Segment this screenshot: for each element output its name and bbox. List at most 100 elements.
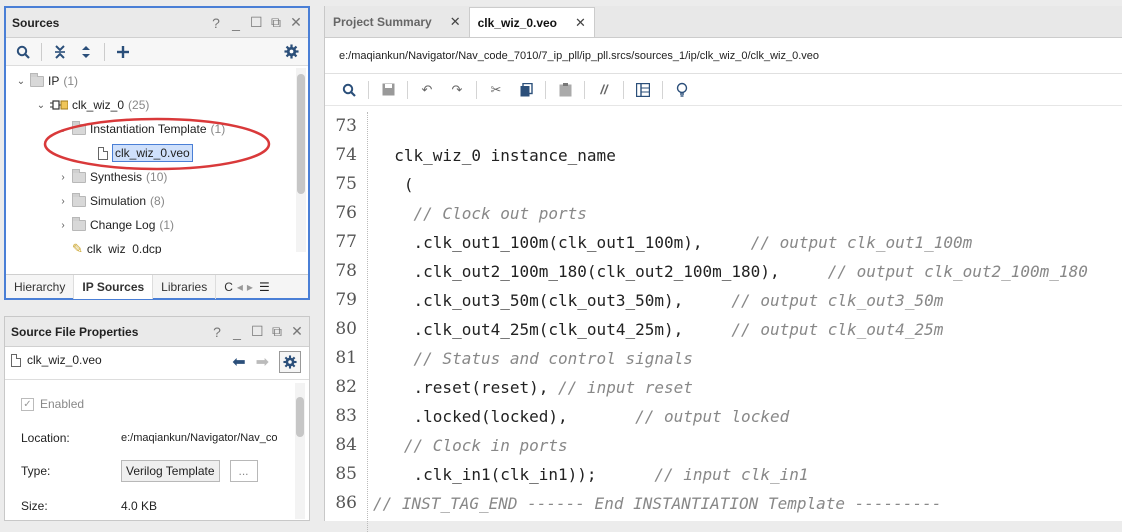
code-text: .clk_out2_100m_180(clk_out2_100m_180), /… [375,257,1088,286]
close-icon[interactable]: ✕ [290,14,302,31]
code-content: clk_wiz_0 instance_name [375,146,616,165]
editor-tab-bar: Project Summary ✕ clk_wiz_0.veo ✕ [325,6,1122,38]
code-line: 82 .reset(reset), // input reset [325,373,1122,402]
line-number: 81 [335,348,357,368]
type-value-button[interactable]: Verilog Template [121,460,220,482]
settings-gear-icon[interactable] [280,41,302,63]
add-source-icon[interactable] [112,41,134,63]
help-icon[interactable]: ? [211,324,223,340]
tab-menu-icon[interactable]: ☰ [255,280,274,294]
tab-libraries[interactable]: Libraries [153,274,217,299]
maximize-icon[interactable]: ☐ [250,14,263,31]
tab-hierarchy[interactable]: Hierarchy [6,274,75,299]
code-content: .locked(locked), [375,407,636,426]
minimize-icon[interactable]: _ [230,15,242,31]
code-line: 81 // Status and control signals [325,344,1122,373]
props-file-row: clk_wiz_0.veo [11,353,102,367]
line-number: 83 [335,406,357,426]
minimize-icon[interactable]: _ [231,324,243,340]
code-comment: // output clk_out1_100m [750,233,973,252]
settings-gear-icon[interactable] [279,351,301,373]
chevron-right-icon[interactable]: › [58,220,68,231]
tree-item-dcp[interactable]: ✎ clk_wiz_0.dcp [72,238,162,254]
line-number: 73 [335,116,357,136]
code-comment: // input clk_in1 [654,465,809,484]
code-line: 84 // Clock in ports [325,431,1122,460]
enabled-checkbox[interactable]: ✓ [21,397,34,411]
comment-toggle-icon[interactable]: // [590,77,618,103]
file-path: e:/maqiankun/Navigator/Nav_code_7010/7_i… [325,38,1122,74]
redo-icon[interactable]: ↷ [443,77,471,103]
tab-ip-sources[interactable]: IP Sources [74,274,154,299]
float-icon[interactable]: ⧉ [271,323,283,340]
maximize-icon[interactable]: ☐ [251,323,264,340]
code-content: .clk_out4_25m(clk_out4_25m), [375,320,732,339]
location-value: e:/maqiankun/Navigator/Nav_co [121,432,278,444]
search-icon[interactable] [335,77,363,103]
float-icon[interactable]: ⧉ [270,14,282,31]
code-line: 77 .clk_out1_100m(clk_out1_100m), // out… [325,228,1122,257]
expand-all-icon[interactable] [75,41,97,63]
line-number: 77 [335,232,357,252]
tree-scroll-thumb[interactable] [297,74,305,194]
sources-toolbar [6,38,308,66]
folder-icon [30,72,44,87]
copy-icon[interactable] [512,77,540,103]
code-content: ( [375,175,414,194]
code-line: 75 ( [325,170,1122,199]
code-line: 80 .clk_out4_25m(clk_out4_25m), // outpu… [325,315,1122,344]
save-icon[interactable] [374,77,402,103]
browse-button[interactable]: ... [229,460,258,482]
type-row: Type: Verilog Template ... [21,460,258,482]
code-text: .clk_in1(clk_in1)); // input clk_in1 [375,460,809,489]
tab-compile-order[interactable]: C [216,275,235,299]
help-icon[interactable]: ? [210,15,222,31]
close-icon[interactable]: ✕ [575,15,586,31]
sources-title: Sources [12,15,60,30]
search-icon[interactable] [12,41,34,63]
file-icon [11,353,21,367]
line-number: 85 [335,464,357,484]
code-content [375,436,404,455]
enabled-row: ✓ Enabled [21,397,84,411]
tree-scrollbar[interactable] [296,68,306,252]
sources-tab-bar: Hierarchy IP Sources Libraries C ◂ ▸ ☰ [6,274,308,299]
template-icon[interactable] [629,77,657,103]
sources-panel: Sources ? _ ☐ ⧉ ✕ ⌄ IP (1) ⌄ clk_wiz_0 (… [4,6,310,300]
folder-icon [72,192,86,207]
chevron-down-icon[interactable]: ⌄ [16,76,26,87]
tree-item-change-log[interactable]: › Change Log (1) [58,214,174,236]
code-comment: // Status and control signals [413,349,693,368]
code-text: // Clock out ports [375,199,587,228]
code-content: .clk_out3_50m(clk_out3_50m), [375,291,732,310]
close-icon[interactable]: ✕ [450,14,461,30]
back-arrow-icon[interactable]: ⬅ [232,352,245,372]
tab-clk-wiz-veo[interactable]: clk_wiz_0.veo ✕ [468,7,595,37]
line-number: 84 [335,435,357,455]
tab-scroll-left-icon[interactable]: ◂ [235,280,245,294]
cut-icon[interactable]: ✂ [482,77,510,103]
code-line: 86 // INST_TAG_END ------ End INSTANTIATI… [325,489,1122,518]
collapse-all-icon[interactable] [49,41,71,63]
tab-scroll-right-icon[interactable]: ▸ [245,280,255,294]
line-number: 86 [335,493,357,513]
tree-item-ip[interactable]: ⌄ IP (1) [16,70,78,92]
line-number: 79 [335,290,357,310]
lightbulb-icon[interactable] [668,77,696,103]
chevron-right-icon[interactable]: › [58,172,68,183]
code-text: .reset(reset), // input reset [375,373,693,402]
forward-arrow-icon[interactable]: ➡ [256,352,269,372]
code-comment: // output clk_out3_50m [731,291,944,310]
tab-project-summary[interactable]: Project Summary ✕ [325,7,469,37]
close-icon[interactable]: ✕ [291,323,303,340]
code-content [375,204,414,223]
chevron-down-icon[interactable]: ⌄ [36,100,46,111]
chevron-right-icon[interactable]: › [58,196,68,207]
tree-item-clk-wiz[interactable]: ⌄ clk_wiz_0 (25) [36,94,150,116]
undo-icon[interactable]: ↶ [413,77,441,103]
props-scroll-thumb[interactable] [296,397,304,437]
props-scrollbar[interactable] [295,383,305,519]
tree-item-simulation[interactable]: › Simulation (8) [58,190,165,212]
paste-icon[interactable] [551,77,579,103]
code-content: .reset(reset), [375,378,559,397]
